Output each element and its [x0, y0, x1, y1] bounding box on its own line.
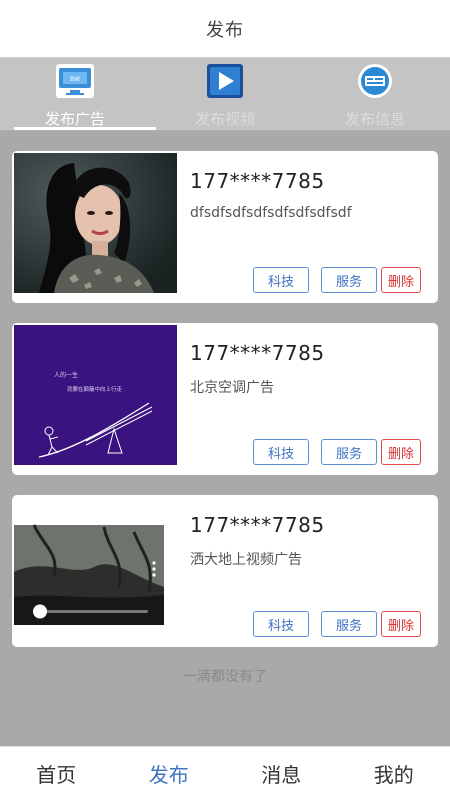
tag-button[interactable]: 服务: [321, 611, 377, 637]
post-description: 洒大地上视频广告: [190, 552, 302, 568]
tag-button[interactable]: 服务: [321, 267, 377, 293]
app-root: 发布 BW 发布广告 发布视频 发布信息 177****7785 dfsdfsd…: [0, 0, 450, 800]
post-phone: 177****7785: [190, 341, 325, 365]
top-nav-bar: 发布: [0, 0, 450, 58]
delete-button[interactable]: 删除: [381, 439, 421, 465]
bottom-nav-publish[interactable]: 发布: [113, 747, 226, 800]
post-phone: 177****7785: [190, 513, 325, 537]
tag-button[interactable]: 科技: [253, 439, 309, 465]
post-thumbnail-video[interactable]: [14, 497, 177, 637]
tab-publish-ad[interactable]: BW 发布广告: [0, 58, 156, 130]
video-scrubber-handle: [33, 604, 47, 619]
bottom-nav-messages[interactable]: 消息: [225, 747, 338, 800]
post-list: 177****7785 dfsdfsdfsdfsdfsdfsdfsdf 科技 服…: [12, 151, 438, 667]
tab-publish-info[interactable]: 发布信息: [300, 58, 450, 130]
category-tabs: BW 发布广告 发布视频 发布信息: [0, 58, 450, 131]
video-player: [14, 497, 177, 637]
more-icon: [152, 561, 156, 565]
illustration-caption-1: 人的一生: [54, 371, 78, 379]
info-card-icon: [355, 63, 395, 99]
tab-label: 发布视频: [194, 110, 255, 128]
bottom-nav-mine[interactable]: 我的: [338, 747, 450, 800]
post-card[interactable]: 人的一生 就要在颠簸中向上行走 177****7785 北京空调广告 科技 服务…: [12, 323, 438, 475]
monitor-icon: BW: [55, 63, 95, 99]
post-card[interactable]: 177****7785 dfsdfsdfsdfsdfsdfsdfsdf 科技 服…: [12, 151, 438, 303]
page-title: 发布: [206, 19, 244, 41]
post-thumbnail-portrait: [14, 153, 177, 293]
post-description: dfsdfsdfsdfsdfsdfsdfsdf: [190, 205, 352, 221]
tag-button[interactable]: 服务: [321, 439, 377, 465]
post-description: 北京空调广告: [190, 380, 274, 396]
post-thumbnail-illustration: 人的一生 就要在颠簸中向上行走: [14, 325, 177, 465]
video-play-icon: [205, 63, 245, 99]
illustration-caption-2: 就要在颠簸中向上行走: [67, 385, 123, 393]
end-of-list-text: 一滴都没有了: [183, 669, 267, 685]
delete-button[interactable]: 删除: [381, 611, 421, 637]
portrait-photo: [14, 153, 177, 293]
svg-text:BW: BW: [70, 76, 80, 83]
bottom-nav-home[interactable]: 首页: [0, 747, 113, 800]
tab-publish-video[interactable]: 发布视频: [150, 58, 300, 130]
tag-button[interactable]: 科技: [253, 611, 309, 637]
tag-button[interactable]: 科技: [253, 267, 309, 293]
bottom-nav: 首页 发布 消息 我的: [0, 746, 450, 800]
tab-label: 发布信息: [344, 110, 405, 128]
purple-illustration: 人的一生 就要在颠簸中向上行走: [14, 325, 177, 465]
post-phone: 177****7785: [190, 169, 325, 193]
tab-label: 发布广告: [44, 110, 105, 128]
delete-button[interactable]: 删除: [381, 267, 421, 293]
post-card[interactable]: 177****7785 洒大地上视频广告 科技 服务 删除: [12, 495, 438, 647]
